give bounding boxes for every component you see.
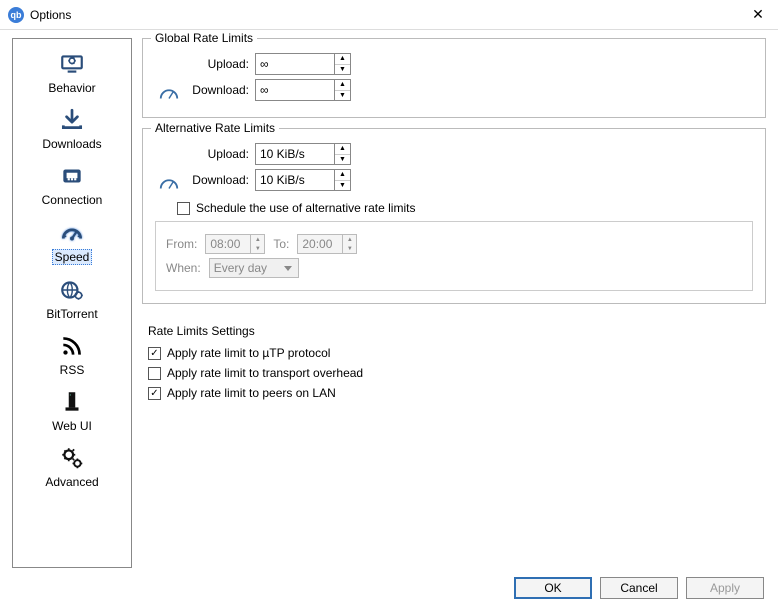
sidebar-item-label: BitTorrent bbox=[46, 307, 97, 321]
speedometer-icon bbox=[155, 175, 183, 195]
utp-checkbox[interactable]: ✓ bbox=[148, 347, 161, 360]
schedule-checkbox[interactable] bbox=[177, 202, 190, 215]
cancel-button[interactable]: Cancel bbox=[600, 577, 678, 599]
speedometer-icon bbox=[59, 217, 85, 247]
sidebar-item-label: Web UI bbox=[52, 419, 92, 433]
when-label: When: bbox=[166, 261, 201, 275]
upload-label: Upload: bbox=[183, 147, 255, 161]
gears-icon bbox=[59, 443, 85, 473]
overhead-label: Apply rate limit to transport overhead bbox=[167, 366, 363, 380]
schedule-label: Schedule the use of alternative rate lim… bbox=[196, 201, 415, 215]
alt-upload-field[interactable] bbox=[256, 144, 334, 164]
from-time-input: 08:00 ▲▼ bbox=[205, 234, 265, 254]
sidebar-item-connection[interactable]: Connection bbox=[17, 157, 127, 213]
server-icon bbox=[59, 387, 85, 417]
overhead-checkbox[interactable] bbox=[148, 367, 161, 380]
lan-checkbox[interactable]: ✓ bbox=[148, 387, 161, 400]
sidebar-item-speed[interactable]: Speed bbox=[17, 213, 127, 271]
from-label: From: bbox=[166, 237, 197, 251]
global-upload-input[interactable]: ▲▼ bbox=[255, 53, 351, 75]
global-rate-limits-group: Global Rate Limits Upload: ▲▼ Download: bbox=[142, 38, 766, 118]
download-label: Download: bbox=[183, 83, 255, 97]
group-legend: Rate Limits Settings bbox=[148, 324, 754, 338]
download-icon bbox=[59, 105, 85, 135]
to-label: To: bbox=[273, 237, 289, 251]
rate-limits-settings-group: Rate Limits Settings ✓ Apply rate limit … bbox=[142, 314, 766, 418]
sidebar-item-bittorrent[interactable]: BitTorrent bbox=[17, 271, 127, 327]
globe-gear-icon bbox=[59, 275, 85, 305]
to-time-input: 20:00 ▲▼ bbox=[297, 234, 357, 254]
close-button[interactable]: ✕ bbox=[746, 6, 770, 23]
speedometer-icon bbox=[155, 85, 183, 105]
alt-upload-input[interactable]: ▲▼ bbox=[255, 143, 351, 165]
rss-icon bbox=[59, 331, 85, 361]
lan-label: Apply rate limit to peers on LAN bbox=[167, 386, 336, 400]
content-panel: Global Rate Limits Upload: ▲▼ Download: bbox=[142, 38, 766, 568]
sidebar-item-webui[interactable]: Web UI bbox=[17, 383, 127, 439]
body: Behavior Downloads Connection Speed BitT… bbox=[0, 30, 778, 568]
global-download-field[interactable] bbox=[256, 80, 334, 100]
sidebar-item-downloads[interactable]: Downloads bbox=[17, 101, 127, 157]
monitor-gear-icon bbox=[59, 49, 85, 79]
title-bar: qb Options ✕ bbox=[0, 0, 778, 30]
app-icon: qb bbox=[8, 7, 24, 23]
sidebar-item-advanced[interactable]: Advanced bbox=[17, 439, 127, 495]
sidebar-item-label: RSS bbox=[60, 363, 85, 377]
upload-label: Upload: bbox=[183, 57, 255, 71]
alternative-rate-limits-group: Alternative Rate Limits Upload: ▲▼ Downl… bbox=[142, 128, 766, 304]
ok-button[interactable]: OK bbox=[514, 577, 592, 599]
apply-button: Apply bbox=[686, 577, 764, 599]
sidebar-item-label: Behavior bbox=[48, 81, 95, 95]
sidebar-item-label: Connection bbox=[42, 193, 103, 207]
schedule-panel: From: 08:00 ▲▼ To: 20:00 ▲▼ When: Every … bbox=[155, 221, 753, 291]
utp-label: Apply rate limit to µTP protocol bbox=[167, 346, 330, 360]
spin-up-icon[interactable]: ▲ bbox=[335, 80, 350, 91]
sidebar-item-label: Speed bbox=[52, 249, 93, 265]
download-label: Download: bbox=[183, 173, 255, 187]
alt-download-input[interactable]: ▲▼ bbox=[255, 169, 351, 191]
ethernet-icon bbox=[59, 161, 85, 191]
alt-download-field[interactable] bbox=[256, 170, 334, 190]
group-legend: Alternative Rate Limits bbox=[151, 121, 279, 135]
sidebar-item-label: Downloads bbox=[42, 137, 101, 151]
group-legend: Global Rate Limits bbox=[151, 31, 257, 45]
sidebar-item-rss[interactable]: RSS bbox=[17, 327, 127, 383]
sidebar: Behavior Downloads Connection Speed BitT… bbox=[12, 38, 132, 568]
footer: OK Cancel Apply bbox=[0, 568, 778, 608]
spin-down-icon[interactable]: ▼ bbox=[335, 181, 350, 191]
spin-up-icon[interactable]: ▲ bbox=[335, 170, 350, 181]
sidebar-item-label: Advanced bbox=[45, 475, 98, 489]
global-download-input[interactable]: ▲▼ bbox=[255, 79, 351, 101]
spin-down-icon[interactable]: ▼ bbox=[335, 65, 350, 75]
global-upload-field[interactable] bbox=[256, 54, 334, 74]
spin-up-icon[interactable]: ▲ bbox=[335, 54, 350, 65]
spin-down-icon[interactable]: ▼ bbox=[335, 91, 350, 101]
when-select: Every day bbox=[209, 258, 299, 278]
spin-down-icon[interactable]: ▼ bbox=[335, 155, 350, 165]
spin-up-icon[interactable]: ▲ bbox=[335, 144, 350, 155]
sidebar-item-behavior[interactable]: Behavior bbox=[17, 45, 127, 101]
window-title: Options bbox=[30, 8, 746, 22]
